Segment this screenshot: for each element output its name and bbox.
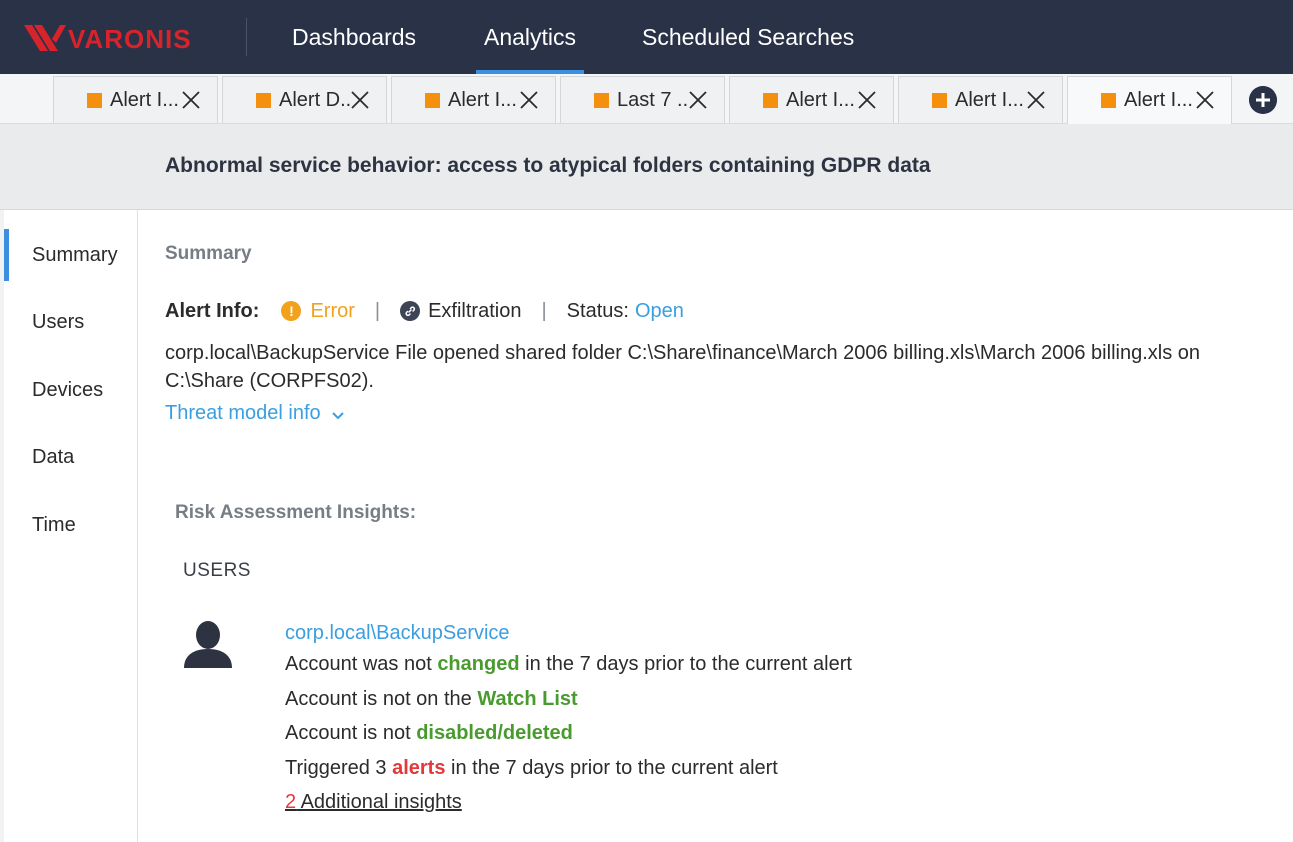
separator: | xyxy=(541,299,547,322)
additional-insights-count: 2 xyxy=(285,791,297,813)
severity-value: Error xyxy=(310,299,355,322)
insight-text: in the 7 days prior to the current alert xyxy=(519,653,852,675)
user-name-link[interactable]: corp.local\BackupService xyxy=(285,622,510,645)
varonis-logo[interactable]: VARONIS xyxy=(22,20,192,55)
threat-model-info-label: Threat model info xyxy=(165,402,321,424)
tab-marker-icon xyxy=(256,92,271,108)
tab-label: Alert I... xyxy=(955,88,1024,111)
tab-1[interactable]: Alert I... xyxy=(53,76,218,123)
insight-text: in the 7 days prior to the current alert xyxy=(445,757,778,779)
sidebar-item-data[interactable]: Data xyxy=(4,431,137,483)
threat-model-info-link[interactable]: Threat model info xyxy=(165,402,345,425)
top-nav-bar: VARONIS Dashboards Analytics Scheduled S… xyxy=(0,0,1293,74)
add-tab-plus-icon[interactable] xyxy=(1249,86,1277,114)
additional-insights-link[interactable]: 2 Additional insights xyxy=(285,791,462,814)
tab-label: Alert I... xyxy=(1124,89,1193,111)
insight-highlight[interactable]: alerts xyxy=(392,757,445,779)
insight-text: Account is not xyxy=(285,722,417,744)
varonis-logo-mark-icon xyxy=(24,24,66,51)
insight-line: Account is not on the Watch List xyxy=(285,688,578,711)
sidebar-item-time[interactable]: Time xyxy=(4,499,137,551)
tab-7-active[interactable]: Alert I... xyxy=(1067,76,1232,124)
close-icon[interactable] xyxy=(688,90,708,110)
alert-info-row: Alert Info: ! Error | Exfiltration | Sta… xyxy=(165,298,684,324)
users-heading: USERS xyxy=(183,560,251,581)
close-icon[interactable] xyxy=(1026,90,1046,110)
tab-marker-icon xyxy=(1101,93,1116,108)
exclamation-circle-icon: ! xyxy=(281,301,302,321)
link-icon xyxy=(400,301,421,321)
tab-marker-icon xyxy=(594,92,609,108)
nav-dashboards[interactable]: Dashboards xyxy=(292,0,416,74)
page-title: Abnormal service behavior: access to aty… xyxy=(165,154,931,177)
insight-highlight[interactable]: changed xyxy=(437,653,519,675)
tab-label: Alert I... xyxy=(448,88,517,111)
chevron-down-icon xyxy=(331,411,344,419)
tab-2[interactable]: Alert D... xyxy=(222,76,387,123)
section-sidebar: Summary Users Devices Data Time xyxy=(0,210,138,842)
tab-label: Alert I... xyxy=(786,88,855,111)
status-value[interactable]: Open xyxy=(635,300,684,323)
separator: | xyxy=(374,299,381,322)
tab-strip: Alert I... Alert D... Alert I... Last 7 … xyxy=(0,74,1293,124)
tab-marker-icon xyxy=(932,92,947,108)
close-icon[interactable] xyxy=(350,90,370,110)
tab-marker-icon xyxy=(763,92,778,108)
additional-insights-label: Additional insights xyxy=(296,791,462,813)
tab-marker-icon xyxy=(425,92,440,108)
insight-line: Account is not disabled/deleted xyxy=(285,722,573,745)
brand-name: VARONIS xyxy=(68,24,192,54)
alert-title-bar: Abnormal service behavior: access to aty… xyxy=(0,124,1293,210)
user-icon xyxy=(184,621,232,668)
tab-5[interactable]: Alert I... xyxy=(729,76,894,123)
insight-highlight[interactable]: Watch List xyxy=(477,688,577,710)
close-icon[interactable] xyxy=(857,90,877,110)
insight-text: Account is not on the xyxy=(285,688,478,710)
close-icon[interactable] xyxy=(181,90,201,110)
tab-6[interactable]: Alert I... xyxy=(898,76,1063,123)
category-value: Exfiltration xyxy=(428,299,522,322)
insight-text: Triggered 3 xyxy=(285,757,393,779)
insight-highlight[interactable]: disabled/deleted xyxy=(416,722,573,744)
insight-line: Account was not changed in the 7 days pr… xyxy=(285,653,852,676)
tab-label: Alert D... xyxy=(279,88,351,111)
close-icon[interactable] xyxy=(1195,90,1215,110)
tab-4[interactable]: Last 7 ... xyxy=(560,76,725,123)
insight-text: Account was not xyxy=(285,653,438,675)
summary-heading: Summary xyxy=(165,243,252,264)
risk-assessment-heading: Risk Assessment Insights: xyxy=(175,502,417,523)
tab-3[interactable]: Alert I... xyxy=(391,76,556,123)
nav-scheduled-searches[interactable]: Scheduled Searches xyxy=(642,0,854,74)
status-label: Status: xyxy=(566,299,629,322)
tab-marker-icon xyxy=(87,92,102,108)
tab-label: Last 7 ... xyxy=(617,88,689,111)
sidebar-item-users[interactable]: Users xyxy=(4,296,137,348)
close-icon[interactable] xyxy=(519,90,539,110)
sidebar-item-devices[interactable]: Devices xyxy=(4,364,137,416)
insight-line: Triggered 3 alerts in the 7 days prior t… xyxy=(285,757,778,780)
nav-divider xyxy=(246,18,247,56)
nav-analytics[interactable]: Analytics xyxy=(475,0,585,74)
tab-label: Alert I... xyxy=(110,88,179,111)
alert-info-label: Alert Info: xyxy=(165,299,260,322)
sidebar-item-summary[interactable]: Summary xyxy=(4,229,137,281)
alert-description: corp.local\BackupService File opened sha… xyxy=(165,342,1200,392)
